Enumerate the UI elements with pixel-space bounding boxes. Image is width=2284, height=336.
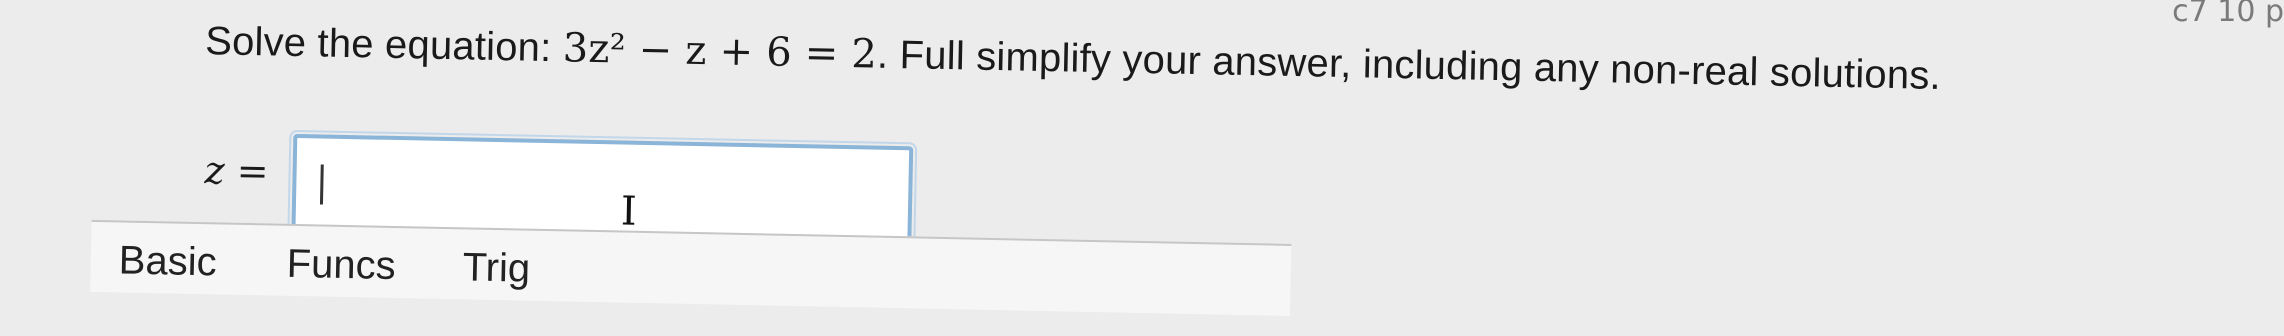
answer-variable-label: z = bbox=[204, 148, 270, 194]
question-prefix: Solve the equation: bbox=[204, 19, 564, 71]
question-text: Solve the equation: 3z² − z + 6 = 2. Ful… bbox=[205, 18, 1942, 99]
tab-funcs[interactable]: Funcs bbox=[286, 242, 396, 289]
tab-basic[interactable]: Basic bbox=[118, 238, 217, 285]
i-beam-cursor-icon: I bbox=[620, 188, 638, 235]
equation: 3z² − z + 6 = 2 bbox=[562, 25, 878, 78]
question-panel: Solve the equation: 3z² − z + 6 = 2. Ful… bbox=[0, 0, 2284, 325]
text-caret bbox=[319, 164, 324, 205]
tab-trig[interactable]: Trig bbox=[462, 245, 530, 291]
page-corner-fragment: c7 10 p bbox=[2172, 0, 2284, 29]
question-suffix: . Full simplify your answer, including a… bbox=[876, 32, 1942, 98]
math-toolbar: Basic Funcs Trig bbox=[90, 219, 1292, 316]
